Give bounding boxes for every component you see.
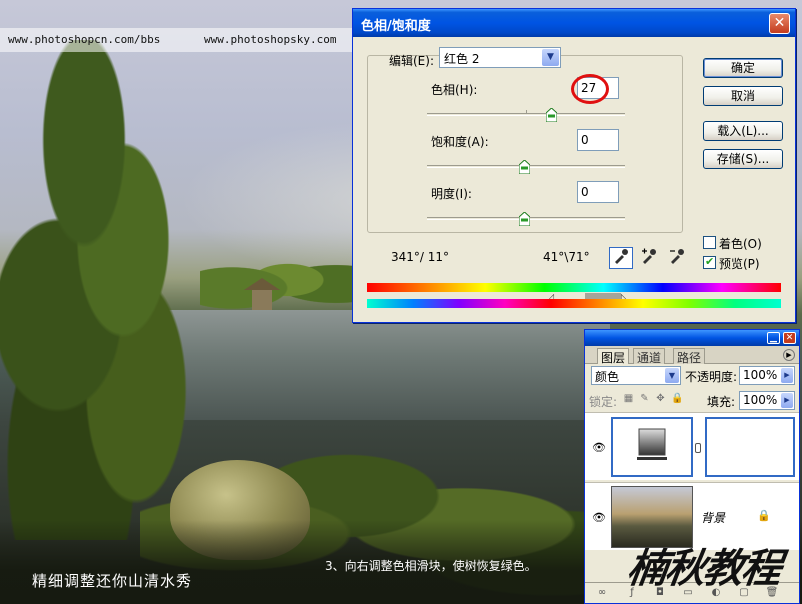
input-spectrum-bar [367, 283, 781, 292]
fill-value: 100% [743, 393, 778, 407]
opacity-label: 不透明度: [685, 370, 738, 384]
layers-panel-titlebar[interactable]: ▁ ✕ [585, 330, 799, 346]
lock-brush-icon[interactable]: ✎ [639, 393, 650, 404]
range-readout-right: 41°\71° [543, 250, 590, 264]
lightness-input[interactable]: 0 [577, 181, 619, 203]
panel-menu-icon[interactable]: ▶ [783, 349, 795, 361]
pavilion-roof [244, 278, 280, 290]
colorize-label: 着色(O) [719, 237, 762, 251]
hue-saturation-dialog: 色相/饱和度 ✕ 编辑(E): 红色 2 ▼ 色相(H): 27 饱和度(A):… [352, 8, 796, 323]
dialog-title: 色相/饱和度 [361, 19, 431, 34]
highlight-circle [571, 74, 609, 104]
eye-icon[interactable]: 👁 [591, 511, 607, 524]
preview-checkbox[interactable] [703, 255, 716, 269]
saturation-label: 饱和度(A): [431, 135, 489, 149]
save-button[interactable]: 存储(S)... [703, 149, 783, 169]
eyedropper-plus-icon[interactable] [637, 247, 661, 269]
link-layers-icon[interactable]: ∞ [595, 586, 609, 600]
saturation-input[interactable]: 0 [577, 129, 619, 151]
watermark-url-right: www.photoshopsky.com [204, 33, 337, 46]
close-icon[interactable]: ✕ [783, 332, 796, 344]
lock-transparency-icon[interactable]: ▦ [623, 393, 634, 404]
layer-row-adjustment[interactable]: 👁 [585, 412, 799, 480]
lightness-slider-thumb[interactable] [519, 212, 530, 226]
hue-label: 色相(H): [431, 83, 478, 97]
close-icon: ✕ [773, 15, 786, 31]
ok-button[interactable]: 确定 [703, 58, 783, 78]
load-button[interactable]: 载入(L)... [703, 121, 783, 141]
lightness-label: 明度(I): [431, 187, 472, 201]
chevron-down-icon[interactable]: ▼ [665, 368, 679, 383]
adjustment-layer-thumbnail [611, 417, 693, 477]
tab-paths[interactable]: 路径 [673, 348, 706, 365]
output-spectrum-bar [367, 299, 781, 308]
eyedropper-icon[interactable] [609, 247, 633, 269]
edit-label: 编辑(E): [389, 54, 434, 68]
lock-icon: 🔒 [757, 509, 771, 522]
hue-slider-thumb[interactable] [546, 108, 557, 122]
chevron-right-icon[interactable]: ▶ [781, 368, 793, 383]
opacity-value: 100% [743, 368, 778, 382]
tab-layers[interactable]: 图层 [597, 348, 630, 365]
fill-input[interactable]: 100% ▶ [739, 391, 795, 410]
blend-mode-value: 颜色 [595, 370, 620, 384]
layer-mask-thumbnail[interactable] [705, 417, 795, 477]
edit-select[interactable]: 红色 2 ▼ [439, 47, 561, 68]
hue-slider-center-tick [526, 110, 527, 114]
adjustment-group [367, 55, 683, 233]
edit-select-value: 红色 2 [444, 52, 480, 66]
link-icon[interactable] [695, 443, 701, 453]
lock-all-icon[interactable]: 🔒 [671, 393, 683, 404]
opacity-input[interactable]: 100% ▶ [739, 366, 795, 385]
caption-instruction: 3、向右调整色相滑块，使树恢复绿色。 [325, 559, 537, 573]
chevron-down-icon[interactable]: ▼ [542, 49, 559, 66]
eyedropper-minus-icon[interactable] [665, 247, 689, 269]
background-layer-name: 背景 [701, 511, 726, 525]
blend-mode-select[interactable]: 颜色 ▼ [591, 366, 681, 385]
colorize-checkbox[interactable] [703, 236, 716, 249]
watermark-url-left: www.photoshopcn.com/bbs [8, 33, 161, 46]
pavilion [244, 278, 280, 312]
close-button[interactable]: ✕ [769, 13, 790, 34]
lock-move-icon[interactable]: ✥ [655, 393, 666, 404]
saturation-slider-thumb[interactable] [519, 160, 530, 174]
tab-channels[interactable]: 通道 [633, 348, 666, 365]
range-readout-left: 341°/ 11° [391, 250, 450, 264]
cancel-button[interactable]: 取消 [703, 86, 783, 106]
eye-icon[interactable]: 👁 [591, 441, 607, 454]
layers-tabs: 图层 通道 路径 ▶ [585, 346, 799, 365]
signature: 楠秋教程 [624, 545, 783, 592]
dialog-titlebar[interactable]: 色相/饱和度 ✕ [353, 9, 795, 37]
preview-label: 预览(P) [719, 257, 760, 271]
caption-title: 精细调整还你山清水秀 [32, 572, 193, 590]
minimize-icon[interactable]: ▁ [767, 332, 780, 344]
pavilion-body [252, 290, 272, 310]
lock-label: 锁定: [589, 395, 618, 409]
fill-label: 填充: [707, 395, 736, 409]
chevron-right-icon[interactable]: ▶ [781, 393, 793, 408]
